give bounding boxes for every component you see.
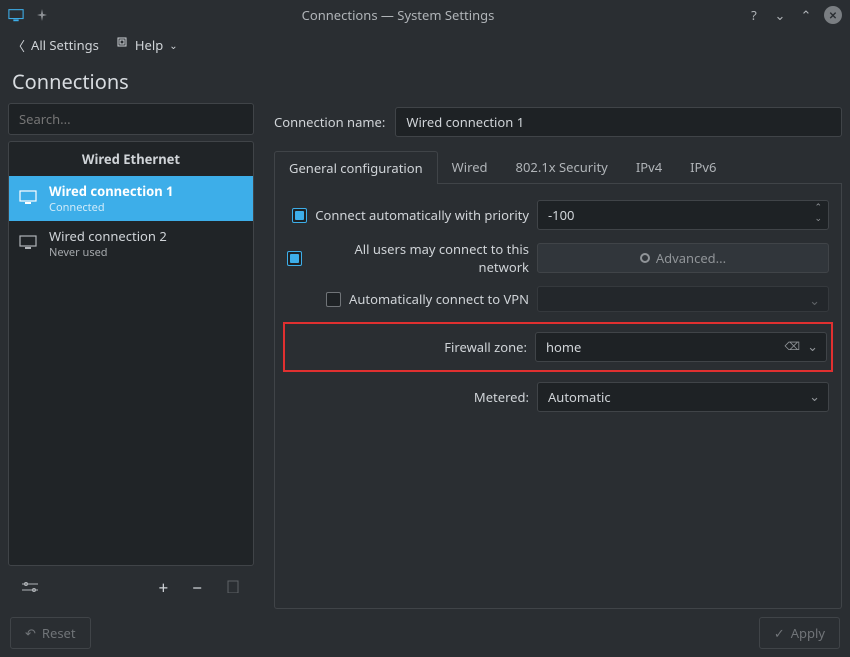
main-panel: Connection name: General configuration W… <box>274 103 842 609</box>
chevron-down-icon: ⌄ <box>169 38 177 52</box>
tab-8021x[interactable]: 802.1x Security <box>502 151 622 184</box>
metered-combo[interactable]: Automatic <box>537 382 829 412</box>
connection-list: Wired Ethernet Wired connection 1 Connec… <box>8 141 254 566</box>
search-input[interactable] <box>8 103 254 135</box>
priority-spinner[interactable]: -100 <box>537 200 829 230</box>
maximize-icon[interactable]: ⌃ <box>798 7 814 23</box>
help-icon[interactable]: ? <box>746 7 762 23</box>
connection-item-2[interactable]: Wired connection 2 Never used <box>9 221 253 266</box>
connection-item-status: Never used <box>49 245 167 260</box>
connection-name-label: Connection name: <box>274 113 385 131</box>
advanced-label: Advanced... <box>656 249 726 267</box>
metered-value: Automatic <box>548 388 611 406</box>
all-users-row: All users may connect to this network Ad… <box>287 240 829 276</box>
connection-name-input[interactable] <box>395 107 842 137</box>
advanced-button[interactable]: Advanced... <box>537 243 829 273</box>
ethernet-icon <box>19 235 37 253</box>
firewall-combo[interactable]: home ⌫ <box>535 332 827 362</box>
auto-connect-label: Connect automatically with priority <box>315 206 529 224</box>
connection-item-1[interactable]: Wired connection 1 Connected <box>9 176 253 221</box>
apply-button[interactable]: ✓ Apply <box>759 617 840 649</box>
metered-label: Metered: <box>474 388 529 406</box>
chevron-left-icon: 〈 <box>12 36 25 55</box>
firewall-value: home <box>546 338 581 356</box>
toolbar: 〈 All Settings Help ⌄ <box>0 30 850 60</box>
connection-item-name: Wired connection 2 <box>49 227 167 245</box>
help-menu[interactable]: Help ⌄ <box>115 36 178 54</box>
firewall-row-highlight: Firewall zone: home ⌫ <box>283 322 833 372</box>
metered-row: Metered: Automatic <box>287 382 829 412</box>
check-icon: ✓ <box>774 624 785 642</box>
section-header: Wired Ethernet <box>9 142 253 176</box>
tab-ipv4[interactable]: IPv4 <box>622 151 676 184</box>
clear-icon[interactable]: ⌫ <box>784 339 800 354</box>
back-label: All Settings <box>31 36 99 54</box>
apply-label: Apply <box>791 624 825 642</box>
auto-vpn-checkbox[interactable] <box>326 292 341 307</box>
tabbar: General configuration Wired 802.1x Secur… <box>274 151 842 184</box>
tab-content: Connect automatically with priority -100… <box>274 184 842 609</box>
tab-general[interactable]: General configuration <box>274 151 438 184</box>
settings-icon[interactable] <box>22 579 38 597</box>
close-icon: ✕ <box>829 8 837 22</box>
connection-item-name: Wired connection 1 <box>49 182 174 200</box>
all-users-checkbox[interactable] <box>287 251 302 266</box>
tab-wired[interactable]: Wired <box>438 151 502 184</box>
auto-connect-row: Connect automatically with priority -100 <box>287 200 829 230</box>
connection-name-row: Connection name: <box>274 103 842 141</box>
minimize-icon[interactable]: ⌄ <box>772 7 788 23</box>
sidebar: Wired Ethernet Wired connection 1 Connec… <box>8 103 254 609</box>
close-button[interactable]: ✕ <box>824 6 842 24</box>
add-button[interactable]: + <box>159 576 169 599</box>
back-all-settings[interactable]: 〈 All Settings <box>12 36 99 55</box>
content-area: Wired Ethernet Wired connection 1 Connec… <box>0 103 850 609</box>
auto-vpn-row: Automatically connect to VPN <box>287 286 829 312</box>
connection-item-status: Connected <box>49 200 174 215</box>
help-flag-icon <box>115 36 129 54</box>
page-title: Connections <box>0 60 850 103</box>
auto-connect-checkbox[interactable] <box>292 208 307 223</box>
export-button[interactable] <box>226 579 240 597</box>
sidebar-footer: + − <box>8 566 254 609</box>
auto-vpn-label: Automatically connect to VPN <box>349 290 529 308</box>
ethernet-icon <box>19 190 37 208</box>
pin-icon[interactable] <box>34 7 50 23</box>
bottom-bar: ↶ Reset ✓ Apply <box>0 609 850 657</box>
window-title: Connections — System Settings <box>50 6 746 24</box>
firewall-label: Firewall zone: <box>444 338 527 356</box>
reset-label: Reset <box>42 624 76 642</box>
app-icon <box>8 7 24 23</box>
undo-icon: ↶ <box>25 624 36 642</box>
tab-ipv6[interactable]: IPv6 <box>676 151 730 184</box>
help-label: Help <box>135 36 163 54</box>
titlebar: Connections — System Settings ? ⌄ ⌃ ✕ <box>0 0 850 30</box>
gear-icon <box>640 253 650 263</box>
reset-button[interactable]: ↶ Reset <box>10 617 91 649</box>
vpn-combo <box>537 286 829 312</box>
all-users-label: All users may connect to this network <box>310 240 530 276</box>
remove-button[interactable]: − <box>192 576 202 599</box>
